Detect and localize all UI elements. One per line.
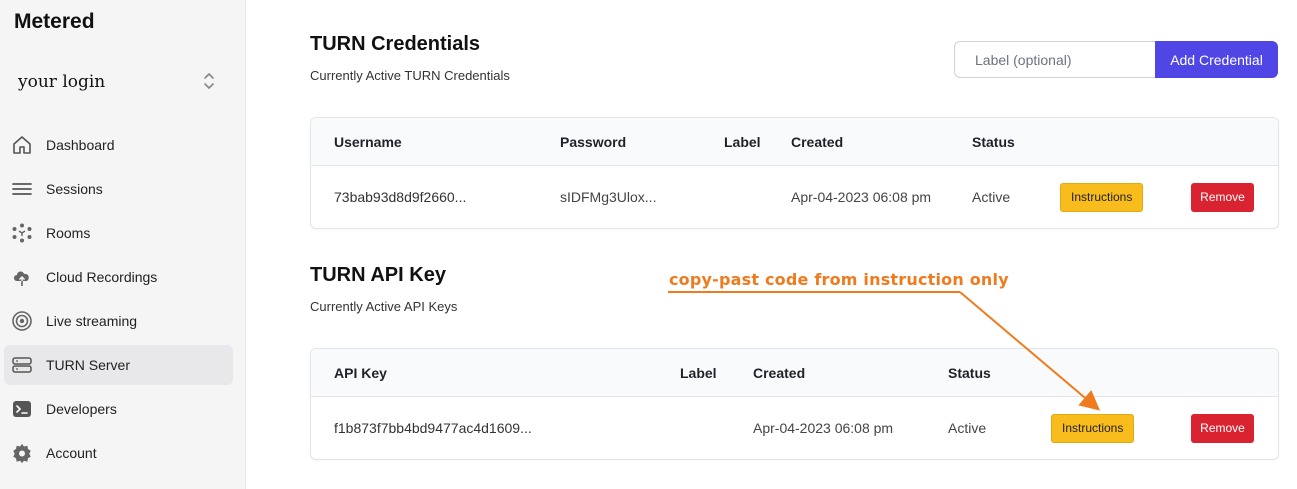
column-header-created: Created <box>791 133 844 150</box>
created-cell: Apr-04-2023 06:08 pm <box>753 420 894 436</box>
sidebar-item-label: Sessions <box>46 181 103 197</box>
sidebar-item-turn-server[interactable]: TURN Server <box>4 345 233 385</box>
home-icon <box>11 134 33 156</box>
sidebar-item-rooms[interactable]: Rooms <box>4 213 233 253</box>
remove-button[interactable]: Remove <box>1191 413 1254 443</box>
instructions-button[interactable]: Instructions <box>1051 413 1135 443</box>
brand-logo[interactable]: Metered <box>14 10 95 34</box>
server-icon <box>11 354 33 376</box>
column-header-password: Password <box>560 133 627 150</box>
password-cell: sIDFMg3Ulox... <box>560 189 657 205</box>
sidebar-item-dashboard[interactable]: Dashboard <box>4 125 233 165</box>
sidebar-item-label: Cloud Recordings <box>46 269 158 285</box>
sidebar-item-label: TURN Server <box>46 357 131 373</box>
api-keys-table: API Key Label Created Status f1b873f7bb4… <box>310 348 1279 460</box>
api-key-subtitle: Currently Active API Keys <box>310 299 458 314</box>
cloud-upload-icon <box>11 266 33 288</box>
terminal-icon <box>11 398 33 420</box>
sidebar-item-account[interactable]: Account <box>4 433 233 473</box>
sidebar-item-label: Live streaming <box>46 313 138 329</box>
sidebar-item-label: Dashboard <box>46 137 115 153</box>
credentials-table: Username Password Label Created Status 7… <box>310 117 1279 229</box>
table-row: f1b873f7bb4bd9477ac4d1609... Apr-04-2023… <box>311 397 1278 459</box>
chevron-up-down-icon[interactable] <box>202 70 216 92</box>
sidebar-item-developers[interactable]: Developers <box>4 389 233 429</box>
api-key-cell: f1b873f7bb4bd9477ac4d1609... <box>334 420 532 436</box>
sidebar-item-label: Developers <box>46 401 117 417</box>
table-header: API Key Label Created Status <box>311 349 1278 397</box>
sidebar-item-label: Rooms <box>46 225 91 241</box>
column-header-username: Username <box>334 133 402 150</box>
column-header-created: Created <box>753 364 806 381</box>
created-cell: Apr-04-2023 06:08 pm <box>791 189 932 205</box>
sidebar-nav: Dashboard Sessions Rooms Cloud Recording… <box>4 125 233 477</box>
username-cell: 73bab93d8d9f2660... <box>334 189 467 205</box>
column-header-label: Label <box>724 133 761 150</box>
sidebar-item-sessions[interactable]: Sessions <box>4 169 233 209</box>
status-cell: Active <box>948 420 987 436</box>
credentials-title: TURN Credentials <box>310 33 481 55</box>
column-header-status: Status <box>972 133 1015 150</box>
sidebar: Metered your login Dashboard Sessions Ro… <box>0 0 246 489</box>
add-credential-button[interactable]: Add Credential <box>1155 41 1278 78</box>
sidebar-item-label: Account <box>46 445 97 461</box>
credentials-subtitle: Currently Active TURN Credentials <box>310 68 510 83</box>
main-content: TURN Credentials Currently Active TURN C… <box>246 0 1297 489</box>
column-header-status: Status <box>948 364 991 381</box>
list-icon <box>11 178 33 200</box>
table-header: Username Password Label Created Status <box>311 118 1278 166</box>
instructions-button[interactable]: Instructions <box>1060 182 1144 212</box>
broadcast-icon <box>11 310 33 332</box>
api-key-title: TURN API Key <box>310 264 446 286</box>
annotation-text: copy-past code from instruction only <box>669 270 1009 289</box>
status-cell: Active <box>972 189 1011 205</box>
account-switcher-label[interactable]: your login <box>18 72 105 92</box>
sidebar-item-live-streaming[interactable]: Live streaming <box>4 301 233 341</box>
column-header-api-key: API Key <box>334 364 387 381</box>
rooms-icon <box>11 222 33 244</box>
column-header-label: Label <box>680 364 717 381</box>
remove-button[interactable]: Remove <box>1191 182 1254 212</box>
label-input[interactable] <box>954 41 1156 78</box>
table-row: 73bab93d8d9f2660... sIDFMg3Ulox... Apr-0… <box>311 166 1278 228</box>
sidebar-item-cloud-recordings[interactable]: Cloud Recordings <box>4 257 233 297</box>
gear-icon <box>11 442 33 464</box>
